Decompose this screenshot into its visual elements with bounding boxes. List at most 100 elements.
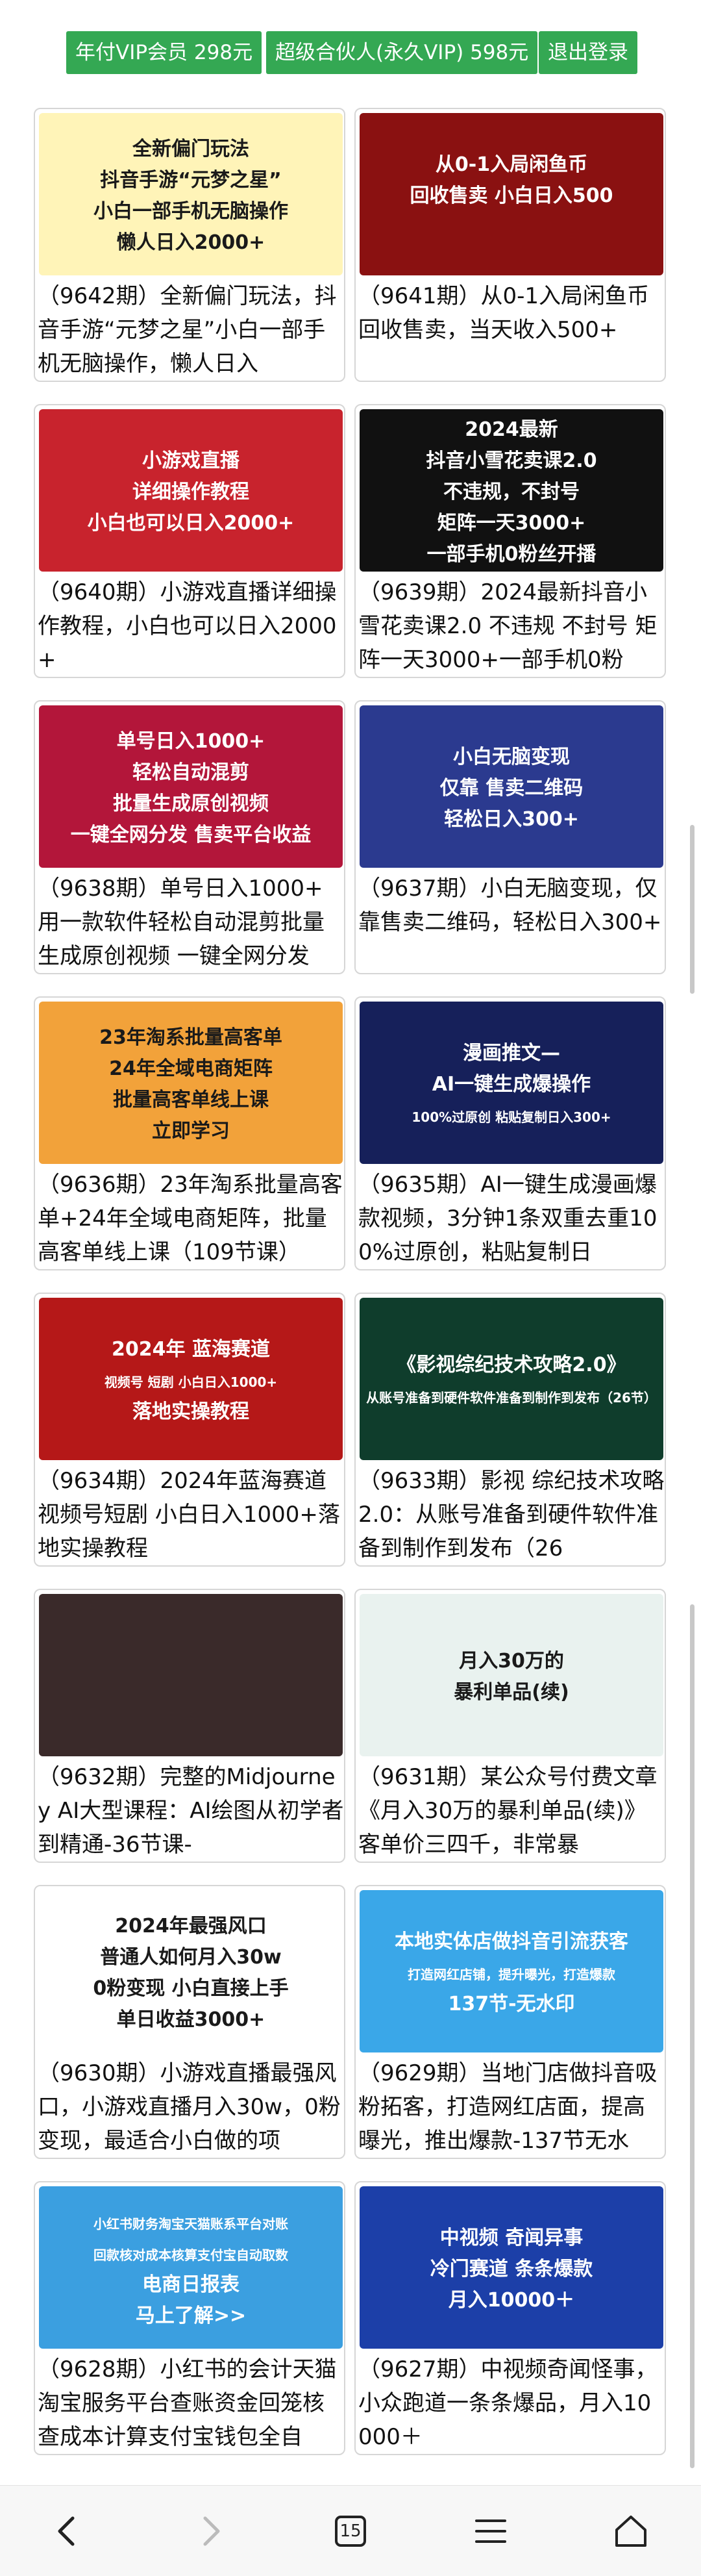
thumbnail-text: 暴利单品(续): [454, 1681, 569, 1704]
post-thumbnail[interactable]: 小游戏直播详细操作教程小白也可以日入2000+: [39, 409, 343, 572]
thumbnail-text: 抖音手游“元梦之星”: [100, 169, 281, 192]
thumbnail-text: 小游戏直播: [142, 449, 240, 472]
thumbnail-text: 电商日报表: [142, 2273, 240, 2296]
post-thumbnail[interactable]: 2024年最强风口 普通人如何月入30w 0粉变现 小白直接上手 单日收益3000+: [39, 1890, 343, 2052]
post-title[interactable]: （9633期）影视 综纪技术攻略2.0：从账号准备到硬件软件准备到制作到发布（2…: [358, 1464, 665, 1565]
thumbnail-text: 立即学习: [152, 1120, 230, 1143]
post-card[interactable]: 月入30万的 暴利单品(续) （9631期）某公众号付费文章《月入30万的暴利单品(…: [354, 1589, 666, 1863]
thumbnail-text: 2024年最强风口: [115, 1915, 267, 1938]
forward-icon[interactable]: [184, 2505, 236, 2557]
post-thumbnail[interactable]: 23年淘系批量高客单 24年全域电商矩阵 批量高客单线上课 立即学习: [39, 1002, 343, 1164]
thumbnail-text: 批量生成原创视频: [113, 792, 269, 815]
thumbnail-text: 抖音小雪花卖课2.0: [426, 449, 596, 472]
thumbnail-text: AI一键生成爆操作: [432, 1073, 591, 1096]
post-thumbnail[interactable]: 2024最新 抖音小雪花卖课2.0 不违规，不封号 矩阵一天3000+ 一部手机0粉丝开…: [360, 409, 663, 572]
post-title[interactable]: （9631期）某公众号付费文章《月入30万的暴利单品(续)》客单价三四千，非常暴: [358, 1760, 665, 1862]
thumbnail-text: 冷门赛道 条条爆款: [430, 2258, 593, 2280]
annual-vip-button[interactable]: 年付VIP会员 298元: [66, 31, 262, 74]
thumbnail-text: 矩阵一天3000+: [437, 512, 586, 535]
post-thumbnail[interactable]: 单号日入1000+ 轻松自动混剪 批量生成原创视频 一键全网分发 售卖平台收益: [39, 705, 343, 868]
home-icon[interactable]: [605, 2505, 657, 2557]
thumbnail-text: 批量高客单线上课: [113, 1089, 269, 1111]
thumbnail-text: 小红书财务淘宝天猫账系平台对账: [93, 2216, 288, 2232]
post-title[interactable]: （9629期）当地门店做抖音吸粉拓客，打造网红店面，提高曝光，推出爆款-137节…: [358, 2056, 665, 2158]
post-card[interactable]: 漫画推文— AI一键生成爆操作 100%过原创 粘贴复制日入300+ （9635期）A…: [354, 996, 666, 1270]
thumbnail-text: 单号日入1000+: [117, 730, 265, 753]
post-thumbnail[interactable]: 小白无脑变现 仅靠 售卖二维码 轻松日入300+: [360, 705, 663, 868]
thumbnail-text: 小白一部手机无脑操作: [93, 200, 288, 223]
post-title[interactable]: （9642期）全新偏门玩法，抖音手游“元梦之星”小白一部手机无脑操作，懒人日入: [38, 279, 344, 381]
post-card[interactable]: 《影视综纪技术攻略2.0》 从账号准备到硬件软件准备到制作到发布（26节） （963…: [354, 1293, 666, 1567]
thumbnail-text: 落地实操教程: [132, 1400, 249, 1423]
super-partner-button[interactable]: 超级合伙人(永久VIP) 598元: [266, 31, 538, 74]
top-bar: 年付VIP会员 298元 超级合伙人(永久VIP) 598元 退出登录: [0, 0, 701, 104]
thumbnail-text: 详细操作教程: [132, 481, 249, 503]
post-title[interactable]: （9627期）中视频奇闻怪事，小众跑道一条条爆品，月入10000＋: [358, 2353, 665, 2454]
thumbnail-text: 视频号 短剧 小白日入1000+: [105, 1374, 277, 1390]
thumbnail-text: 137节-无水印: [448, 1993, 574, 2015]
post-thumbnail[interactable]: 全新偏门玩法抖音手游“元梦之星” 小白一部手机无脑操作 懒人日入2000+: [39, 113, 343, 275]
post-thumbnail[interactable]: 本地实体店做抖音引流获客 打造网红店铺，提升曝光，打造爆款 137节-无水印: [360, 1890, 663, 2052]
post-thumbnail[interactable]: 中视频 奇闻异事 冷门赛道 条条爆款 月入10000＋: [360, 2186, 663, 2349]
post-thumbnail[interactable]: 《影视综纪技术攻略2.0》 从账号准备到硬件软件准备到制作到发布（26节）: [360, 1298, 663, 1460]
post-thumbnail[interactable]: [39, 1594, 343, 1756]
post-thumbnail[interactable]: 从0-1入局闲鱼币回收售卖 小白日入500: [360, 113, 663, 275]
post-card[interactable]: 中视频 奇闻异事 冷门赛道 条条爆款 月入10000＋ （9627期）中视频奇闻怪事，…: [354, 2181, 666, 2455]
thumbnail-text: 一键全网分发 售卖平台收益: [71, 824, 311, 846]
post-title[interactable]: （9634期）2024年蓝海赛道视频号短剧 小白日入1000+落地实操教程: [38, 1464, 344, 1565]
post-card[interactable]: 本地实体店做抖音引流获客 打造网红店铺，提升曝光，打造爆款 137节-无水印 （962…: [354, 1885, 666, 2159]
post-thumbnail[interactable]: 月入30万的 暴利单品(续): [360, 1594, 663, 1756]
thumbnail-text: 懒人日入2000+: [117, 231, 265, 254]
post-title[interactable]: （9635期）AI一键生成漫画爆款视频，3分钟1条双重去重100%过原创，粘贴复…: [358, 1168, 665, 1269]
post-title[interactable]: （9639期）2024最新抖音小雪花卖课2.0 不违规 不封号 矩阵一天3000…: [358, 575, 665, 677]
post-card[interactable]: 从0-1入局闲鱼币 回收售卖 小白日入500 （9641期）从0-1入局闲鱼币回收售…: [354, 108, 666, 382]
post-title[interactable]: （9632期）完整的Midjourney AI大型课程：AI绘图从初学者到精通-…: [38, 1760, 344, 1862]
thumbnail-text: 回收售卖 小白日入500: [410, 184, 613, 207]
thumbnail-text: 0粉变现 小白直接上手: [93, 1977, 288, 2000]
post-card[interactable]: 小游戏直播 详细操作教程 小白也可以日入2000+ （9640期）小游戏直播详细操作教…: [34, 404, 345, 678]
thumbnail-text: 从0-1入局闲鱼币: [436, 153, 587, 176]
menu-icon[interactable]: [465, 2505, 517, 2557]
post-card[interactable]: 2024年 蓝海赛道视频号 短剧 小白日入1000+ 落地实操教程 （9634期）2…: [34, 1293, 345, 1567]
browser-nav-bar: 15: [0, 2485, 701, 2576]
scrollbar-thumb[interactable]: [690, 825, 695, 994]
thumbnail-text: 单日收益3000+: [117, 2008, 265, 2031]
post-card[interactable]: 单号日入1000+ 轻松自动混剪 批量生成原创视频 一键全网分发 售卖平台收益 （963…: [34, 700, 345, 974]
thumbnail-text: 小白无脑变现: [453, 746, 570, 768]
post-title[interactable]: （9636期）23年淘系批量高客单+24年全域电商矩阵，批量高客单线上课（109…: [38, 1168, 344, 1269]
thumbnail-text: 23年淘系批量高客单: [99, 1026, 282, 1049]
thumbnail-text: 普通人如何月入30w: [100, 1946, 281, 1969]
thumbnail-text: 轻松日入300+: [444, 808, 579, 831]
thumbnail-text: 小白也可以日入2000+: [88, 512, 295, 535]
post-title[interactable]: （9628期）小红书的会计天猫淘宝服务平台查账资金回笼核查成本计算支付宝钱包全自: [38, 2353, 344, 2454]
thumbnail-text: 月入30万的: [459, 1650, 564, 1673]
thumbnail-text: 打造网红店铺，提升曝光，打造爆款: [408, 1967, 616, 1982]
post-card[interactable]: （9632期）完整的Midjourney AI大型课程：AI绘图从初学者到精通-…: [34, 1589, 345, 1863]
thumbnail-text: 全新偏门玩法: [132, 138, 249, 160]
back-icon[interactable]: [42, 2505, 93, 2557]
post-thumbnail[interactable]: 漫画推文— AI一键生成爆操作 100%过原创 粘贴复制日入300+: [360, 1002, 663, 1164]
post-title[interactable]: （9637期）小白无脑变现，仅靠售卖二维码，轻松日入300+: [358, 872, 665, 973]
thumbnail-text: 月入10000＋: [449, 2289, 574, 2312]
post-card[interactable]: 小白无脑变现 仅靠 售卖二维码 轻松日入300+ （9637期）小白无脑变现，仅靠售卖…: [354, 700, 666, 974]
tabs-icon[interactable]: 15: [325, 2505, 376, 2557]
thumbnail-text: 24年全域电商矩阵: [109, 1057, 273, 1080]
thumbnail-text: 2024年 蓝海赛道: [112, 1338, 270, 1361]
post-title[interactable]: （9640期）小游戏直播详细操作教程，小白也可以日入2000+: [38, 575, 344, 677]
thumbnail-text: 仅靠 售卖二维码: [440, 777, 583, 800]
thumbnail-text: 不违规，不封号: [443, 481, 580, 503]
post-title[interactable]: （9641期）从0-1入局闲鱼币回收售卖，当天收入500+: [358, 279, 665, 381]
scrollbar-track[interactable]: [690, 1604, 695, 2468]
post-thumbnail[interactable]: 2024年 蓝海赛道视频号 短剧 小白日入1000+ 落地实操教程: [39, 1298, 343, 1460]
post-thumbnail[interactable]: 小红书财务淘宝天猫账系平台对账 回款核对成本核算支付宝自动取数 电商日报表 马上了解>…: [39, 2186, 343, 2349]
post-title[interactable]: （9638期）单号日入1000+ 用一款软件轻松自动混剪批量生成原创视频 一键全…: [38, 872, 344, 973]
post-card[interactable]: 全新偏门玩法抖音手游“元梦之星” 小白一部手机无脑操作 懒人日入2000+ （9642…: [34, 108, 345, 382]
post-card[interactable]: 2024年最强风口 普通人如何月入30w 0粉变现 小白直接上手 单日收益3000+ （…: [34, 1885, 345, 2159]
post-card[interactable]: 23年淘系批量高客单 24年全域电商矩阵 批量高客单线上课 立即学习 （9636期）23…: [34, 996, 345, 1270]
logout-button[interactable]: 退出登录: [539, 31, 637, 74]
thumbnail-text: 一部手机0粉丝开播: [427, 543, 597, 566]
post-title[interactable]: （9630期）小游戏直播最强风口，小游戏直播月入30w，0粉变现，最适合小白做的…: [38, 2056, 344, 2158]
post-card[interactable]: 小红书财务淘宝天猫账系平台对账 回款核对成本核算支付宝自动取数 电商日报表 马上了解>…: [34, 2181, 345, 2455]
thumbnail-text: 100%过原创 粘贴复制日入300+: [412, 1109, 611, 1125]
post-card[interactable]: 2024最新 抖音小雪花卖课2.0 不违规，不封号 矩阵一天3000+ 一部手机0粉丝开…: [354, 404, 666, 678]
